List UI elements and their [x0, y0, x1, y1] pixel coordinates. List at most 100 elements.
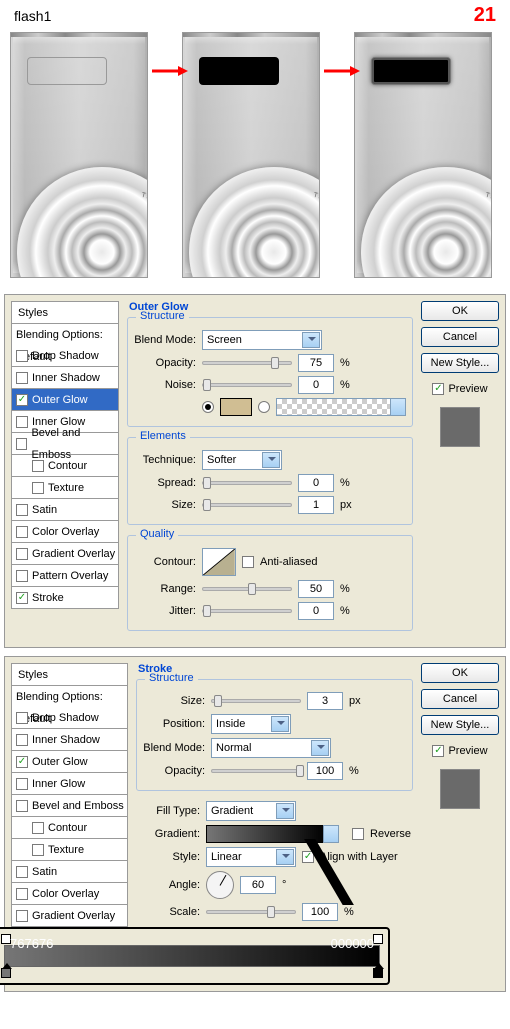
style-item-outer-glow[interactable]: Outer Glow: [11, 389, 119, 411]
gradient-track[interactable]: [4, 945, 380, 967]
step-number: 21: [474, 4, 496, 27]
style-item-inner-glow[interactable]: Inner Glow: [11, 773, 128, 795]
style-item-inner-shadow[interactable]: Inner Shadow: [11, 367, 119, 389]
blend-mode-dropdown[interactable]: Normal: [211, 738, 331, 758]
style-checkbox[interactable]: [16, 800, 28, 812]
effect-preview: [440, 769, 480, 809]
scale-input[interactable]: 100: [302, 903, 338, 921]
technique-dropdown[interactable]: Softer: [202, 450, 282, 470]
style-checkbox[interactable]: [16, 438, 27, 450]
style-item-inner-shadow[interactable]: Inner Shadow: [11, 729, 128, 751]
opacity-input[interactable]: 100: [307, 762, 343, 780]
noise-input[interactable]: 0: [298, 376, 334, 394]
style-checkbox[interactable]: [16, 548, 28, 560]
size-slider[interactable]: [211, 699, 301, 703]
style-item-pattern-overlay[interactable]: Pattern Overlay: [11, 565, 119, 587]
range-slider[interactable]: [202, 587, 292, 591]
style-checkbox[interactable]: [16, 756, 28, 768]
style-checkbox[interactable]: [16, 526, 28, 538]
style-item-bevel-and-emboss[interactable]: Bevel and Emboss: [11, 433, 119, 455]
color-stop-right[interactable]: [373, 968, 383, 978]
gradient-style-dropdown[interactable]: Linear: [206, 847, 296, 867]
style-item-gradient-overlay[interactable]: Gradient Overlay: [11, 543, 119, 565]
new-style-button[interactable]: New Style...: [421, 353, 499, 373]
style-item-texture[interactable]: Texture: [11, 839, 128, 861]
jitter-slider[interactable]: [202, 609, 292, 613]
glow-color-swatch[interactable]: [220, 398, 252, 416]
style-checkbox[interactable]: [16, 372, 28, 384]
spread-input[interactable]: 0: [298, 474, 334, 492]
style-item-label: Stroke: [32, 587, 64, 609]
style-checkbox[interactable]: [32, 482, 44, 494]
spread-label: Spread:: [134, 477, 196, 489]
range-input[interactable]: 50: [298, 580, 334, 598]
glow-gradient-picker[interactable]: [276, 398, 406, 416]
style-checkbox[interactable]: [16, 712, 28, 724]
style-checkbox[interactable]: [32, 460, 44, 472]
contour-picker[interactable]: [202, 548, 236, 576]
gradient-picker[interactable]: [206, 825, 326, 843]
ok-button[interactable]: OK: [421, 663, 499, 683]
style-checkbox[interactable]: [16, 394, 28, 406]
style-checkbox[interactable]: [16, 504, 28, 516]
opacity-slider[interactable]: [211, 769, 301, 773]
opacity-input[interactable]: 75: [298, 354, 334, 372]
reverse-checkbox[interactable]: [352, 828, 364, 840]
style-item-stroke[interactable]: Stroke: [11, 587, 119, 609]
align-label: Align with Layer: [320, 851, 398, 863]
style-item-contour[interactable]: Contour: [11, 817, 128, 839]
style-item-color-overlay[interactable]: Color Overlay: [11, 521, 119, 543]
gradient-radio[interactable]: [258, 401, 270, 413]
style-checkbox[interactable]: [16, 416, 28, 428]
style-checkbox[interactable]: [16, 866, 28, 878]
color-stop-left[interactable]: [1, 968, 11, 978]
fill-type-dropdown[interactable]: Gradient: [206, 801, 296, 821]
style-checkbox[interactable]: [32, 844, 44, 856]
antialiased-checkbox[interactable]: [242, 556, 254, 568]
opacity-stop-right[interactable]: [373, 934, 383, 944]
cancel-button[interactable]: Cancel: [421, 689, 499, 709]
contour-label: Contour:: [134, 556, 196, 568]
blending-options-default[interactable]: Blending Options: Default: [11, 685, 128, 707]
blend-mode-dropdown[interactable]: Screen: [202, 330, 322, 350]
style-checkbox[interactable]: [16, 888, 28, 900]
size-input[interactable]: 3: [307, 692, 343, 710]
preview-checkbox[interactable]: [432, 383, 444, 395]
opacity-slider[interactable]: [202, 361, 292, 365]
angle-dial[interactable]: [206, 871, 234, 899]
preview-checkbox[interactable]: [432, 745, 444, 757]
style-item-satin[interactable]: Satin: [11, 861, 128, 883]
jitter-input[interactable]: 0: [298, 602, 334, 620]
noise-slider[interactable]: [202, 383, 292, 387]
position-dropdown[interactable]: Inside: [211, 714, 291, 734]
color-radio[interactable]: [202, 401, 214, 413]
style-checkbox[interactable]: [16, 592, 28, 604]
blending-options-default[interactable]: Blending Options: Default: [11, 323, 119, 345]
style-checkbox[interactable]: [16, 350, 28, 362]
hex-left-label: 767676: [10, 936, 53, 951]
align-with-layer-checkbox[interactable]: [302, 851, 314, 863]
style-item-texture[interactable]: Texture: [11, 477, 119, 499]
styles-header: Styles: [11, 663, 128, 685]
style-checkbox[interactable]: [16, 570, 28, 582]
scale-slider[interactable]: [206, 910, 296, 914]
ok-button[interactable]: OK: [421, 301, 499, 321]
angle-input[interactable]: 60: [240, 876, 276, 894]
group-title: Quality: [136, 528, 178, 540]
style-checkbox[interactable]: [32, 822, 44, 834]
style-item-gradient-overlay[interactable]: Gradient Overlay: [11, 905, 128, 927]
size-input[interactable]: 1: [298, 496, 334, 514]
style-checkbox[interactable]: [16, 778, 28, 790]
style-item-outer-glow[interactable]: Outer Glow: [11, 751, 128, 773]
style-item-label: Contour: [48, 817, 87, 839]
new-style-button[interactable]: New Style...: [421, 715, 499, 735]
style-item-bevel-and-emboss[interactable]: Bevel and Emboss: [11, 795, 128, 817]
cancel-button[interactable]: Cancel: [421, 327, 499, 347]
style-checkbox[interactable]: [16, 910, 28, 922]
size-slider[interactable]: [202, 503, 292, 507]
style-checkbox[interactable]: [16, 734, 28, 746]
blend-mode-label: Blend Mode:: [134, 334, 196, 346]
style-item-satin[interactable]: Satin: [11, 499, 119, 521]
style-item-color-overlay[interactable]: Color Overlay: [11, 883, 128, 905]
spread-slider[interactable]: [202, 481, 292, 485]
